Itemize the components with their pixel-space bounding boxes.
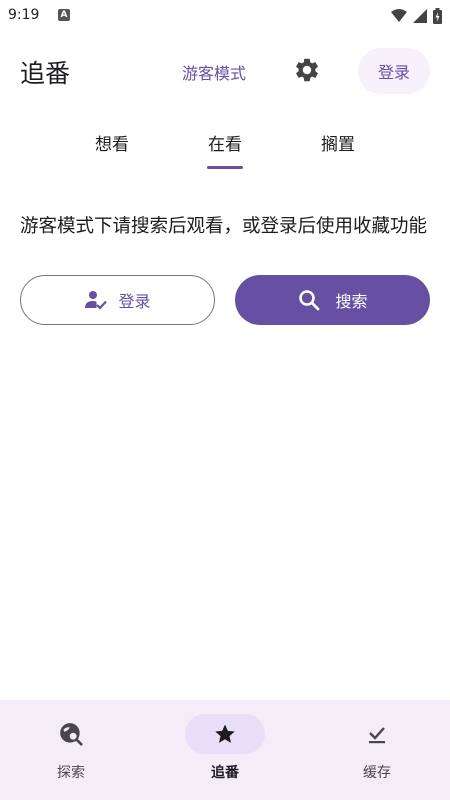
status-icons [391,7,442,25]
settings-button[interactable] [291,54,323,86]
tab-want-to-watch[interactable]: 想看 [82,130,142,155]
wifi-icon [391,9,407,22]
nav-explore-label: 探索 [57,765,85,781]
nav-following[interactable]: 追番 [175,712,275,792]
login-chip-button[interactable]: 登录 [358,48,430,94]
guest-mode-label[interactable]: 游客模式 [182,60,246,84]
search-button[interactable]: 搜索 [235,275,430,325]
nav-explore[interactable]: 探索 [21,712,121,792]
nav-downloads-label: 缓存 [363,765,391,781]
search-icon [299,290,320,311]
nav-following-icon-container [185,714,265,754]
tab-indicator [207,166,243,169]
nav-downloads[interactable]: 缓存 [327,712,427,792]
battery-icon [433,8,442,24]
signal-icon [413,9,427,23]
download-done-icon [369,727,385,744]
tab-bar: 想看 在看 搁置 [0,120,450,174]
guest-mode-message: 游客模式下请搜索后观看，或登录后使用收藏功能 [20,216,428,237]
nav-explore-icon-container [41,714,101,754]
nav-downloads-icon-container [347,714,407,754]
bottom-navigation: 探索 追番 缓存 [0,700,450,800]
nav-following-label: 追番 [211,765,239,781]
status-bar: 9:19 A [0,0,450,32]
account-check-icon [85,291,108,310]
tab-watching[interactable]: 在看 [195,130,255,155]
tab-on-hold[interactable]: 搁置 [308,130,368,155]
login-button-label: 登录 [118,292,151,311]
star-icon [215,724,235,743]
page-title: 追番 [20,59,71,88]
notification-icon: A [58,9,70,21]
explore-search-icon [60,723,83,746]
gear-icon [296,58,318,82]
status-time: 9:19 [8,7,40,23]
search-button-label: 搜索 [335,292,368,311]
login-button[interactable]: 登录 [20,275,215,325]
